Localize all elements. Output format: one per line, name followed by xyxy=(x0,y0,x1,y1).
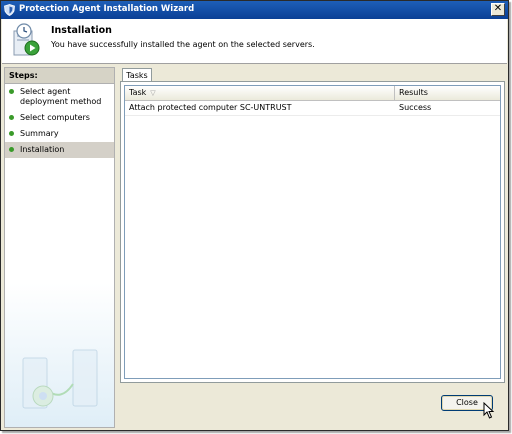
column-header-task[interactable]: Task ▽ xyxy=(125,86,395,100)
window-title: Protection Agent Installation Wizard xyxy=(19,4,195,14)
steps-panel: Steps: Select agent deployment method Se… xyxy=(4,67,115,428)
title-bar: Protection Agent Installation Wizard ✕ xyxy=(1,1,508,19)
tab-tasks[interactable]: Tasks xyxy=(122,68,152,82)
wizard-header: Installation You have successfully insta… xyxy=(2,19,507,64)
task-cell: Attach protected computer SC-UNTRUST xyxy=(129,103,292,112)
column-header-results[interactable]: Results xyxy=(395,86,500,100)
step-installation[interactable]: Installation xyxy=(5,142,114,158)
window-close-button[interactable]: ✕ xyxy=(491,3,505,16)
shield-icon xyxy=(4,4,15,16)
step-label: Select agent deployment method xyxy=(20,87,102,106)
step-label: Installation xyxy=(20,145,65,154)
step-select-computers[interactable]: Select computers xyxy=(5,110,114,126)
servers-illustration-icon xyxy=(22,349,98,409)
steps-label: Steps: xyxy=(5,68,114,84)
page-subtitle: You have successfully installed the agen… xyxy=(51,40,315,49)
page-title: Installation xyxy=(51,25,112,36)
wizard-window: Protection Agent Installation Wizard ✕ I… xyxy=(0,0,509,431)
step-status-dot-icon xyxy=(9,89,14,94)
column-label: Task xyxy=(129,88,147,97)
sort-icon: ▽ xyxy=(150,89,156,97)
step-label: Select computers xyxy=(20,113,90,122)
mouse-pointer-icon xyxy=(483,402,495,419)
step-label: Summary xyxy=(20,129,59,138)
tasks-tab-panel: Task ▽ Results Attach protected computer … xyxy=(120,81,505,383)
tasks-table: Task ▽ Results Attach protected computer … xyxy=(124,85,501,379)
result-cell: Success xyxy=(399,103,432,112)
tab-strip: Tasks xyxy=(120,67,505,82)
table-header: Task ▽ Results xyxy=(125,86,500,101)
table-row[interactable]: Attach protected computer SC-UNTRUST Suc… xyxy=(125,101,500,116)
step-status-dot-icon xyxy=(9,147,14,152)
step-select-agent-deployment-method[interactable]: Select agent deployment method xyxy=(5,84,114,110)
wizard-clock-icon xyxy=(13,23,40,56)
column-label: Results xyxy=(399,88,428,97)
step-status-dot-icon xyxy=(9,131,14,136)
step-summary[interactable]: Summary xyxy=(5,126,114,142)
step-status-dot-icon xyxy=(9,115,14,120)
